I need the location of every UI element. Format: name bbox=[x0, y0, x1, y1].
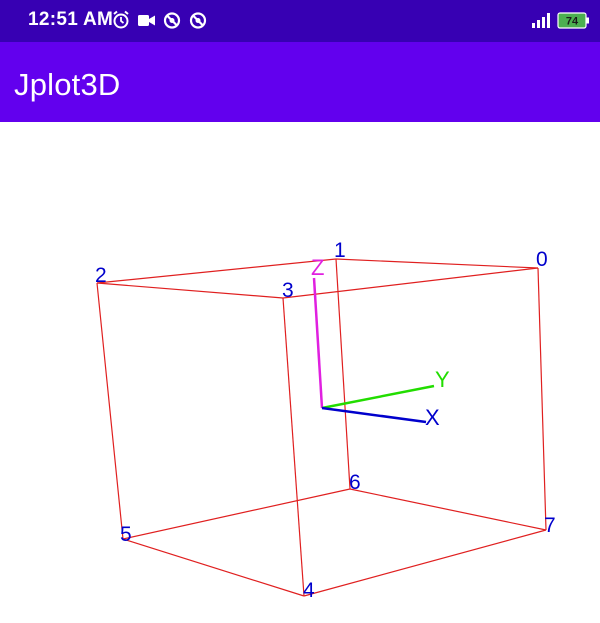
x-axis-label: X bbox=[425, 405, 440, 430]
cube-edge bbox=[335, 258, 351, 490]
app-title: Jplot3D bbox=[14, 67, 121, 102]
battery-level: 74 bbox=[566, 16, 579, 28]
y-axis-label: Y bbox=[435, 367, 450, 392]
vertex-label-4: 4 bbox=[303, 579, 315, 602]
cube-edge bbox=[303, 529, 547, 597]
battery-icon: 74 bbox=[557, 12, 589, 29]
cube-edge bbox=[96, 258, 337, 284]
vertex-label-1: 1 bbox=[334, 239, 346, 262]
cube-edge bbox=[349, 488, 547, 531]
vertex-label-5: 5 bbox=[120, 523, 132, 546]
status-icons-right: 74 bbox=[532, 12, 589, 29]
status-icons-left bbox=[113, 10, 207, 29]
cube-edges bbox=[96, 258, 547, 597]
vertex-label-3: 3 bbox=[282, 279, 294, 302]
cube-edge bbox=[122, 488, 351, 540]
status-time: 12:51 AM bbox=[28, 9, 114, 30]
y-axis-line bbox=[321, 384, 435, 410]
z-axis-line bbox=[312, 277, 324, 409]
vertex-label-0: 0 bbox=[536, 248, 548, 271]
signal-icon bbox=[532, 13, 550, 28]
vertex-label-6: 6 bbox=[349, 471, 361, 494]
video-camera-icon bbox=[138, 15, 155, 26]
z-axis-label: Z bbox=[311, 255, 324, 280]
status-bar: 12:51 AM 74 bbox=[0, 0, 600, 42]
x-axis-line bbox=[321, 406, 427, 424]
cube-edge bbox=[335, 258, 539, 269]
vertex-label-2: 2 bbox=[95, 264, 107, 287]
plot-canvas[interactable]: Z Y X 0 1 2 3 4 5 6 7 bbox=[0, 122, 600, 623]
cube-edge bbox=[282, 297, 305, 597]
sync-off-icon bbox=[189, 12, 207, 29]
alarm-icon bbox=[113, 10, 129, 29]
app-bar: Jplot3D bbox=[0, 42, 600, 122]
cube-edge bbox=[96, 282, 124, 540]
do-not-disturb-icon bbox=[163, 12, 181, 29]
cube-edge bbox=[122, 538, 305, 597]
cube-edge bbox=[96, 282, 284, 299]
cube-edge bbox=[537, 267, 547, 531]
vertex-label-7: 7 bbox=[544, 514, 556, 537]
